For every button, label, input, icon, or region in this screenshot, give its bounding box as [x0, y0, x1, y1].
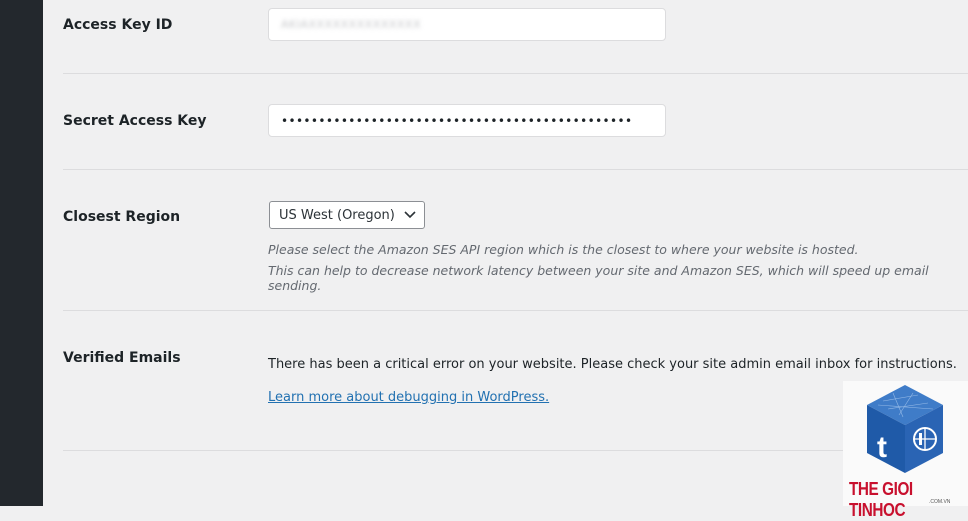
- secret-key-value: ••••••••••••••••••••••••••••••••••••••••…: [281, 113, 633, 128]
- region-selected-value: US West (Oregon): [279, 207, 395, 223]
- region-select[interactable]: US West (Oregon): [269, 201, 425, 229]
- verified-emails-label: Verified Emails: [63, 350, 181, 366]
- access-key-label: Access Key ID: [63, 17, 173, 33]
- critical-error-message: There has been a critical error on your …: [268, 357, 957, 372]
- secret-key-input[interactable]: ••••••••••••••••••••••••••••••••••••••••…: [268, 104, 666, 137]
- watermark-domain-text: .COM.VN: [929, 499, 951, 505]
- row-divider: [63, 450, 843, 451]
- admin-sidebar: [0, 0, 43, 506]
- row-divider: [63, 169, 968, 170]
- chevron-down-icon: [404, 211, 416, 219]
- row-divider: [63, 73, 968, 74]
- secret-key-label: Secret Access Key: [63, 113, 207, 129]
- debugging-link[interactable]: Learn more about debugging in WordPress.: [268, 390, 549, 405]
- settings-form: Access Key ID AKIAXXXXXXXXXXXXXX Secret …: [63, 0, 968, 506]
- row-divider: [63, 310, 968, 311]
- region-description-line2: This can help to decrease network latenc…: [268, 263, 929, 293]
- region-description-line1: Please select the Amazon SES API region …: [268, 242, 859, 257]
- svg-text:t: t: [877, 431, 887, 464]
- cube-logo-icon: t: [867, 385, 943, 473]
- region-label: Closest Region: [63, 209, 181, 225]
- access-key-input[interactable]: AKIAXXXXXXXXXXXXXX: [268, 8, 666, 41]
- access-key-value: AKIAXXXXXXXXXXXXXX: [281, 18, 422, 31]
